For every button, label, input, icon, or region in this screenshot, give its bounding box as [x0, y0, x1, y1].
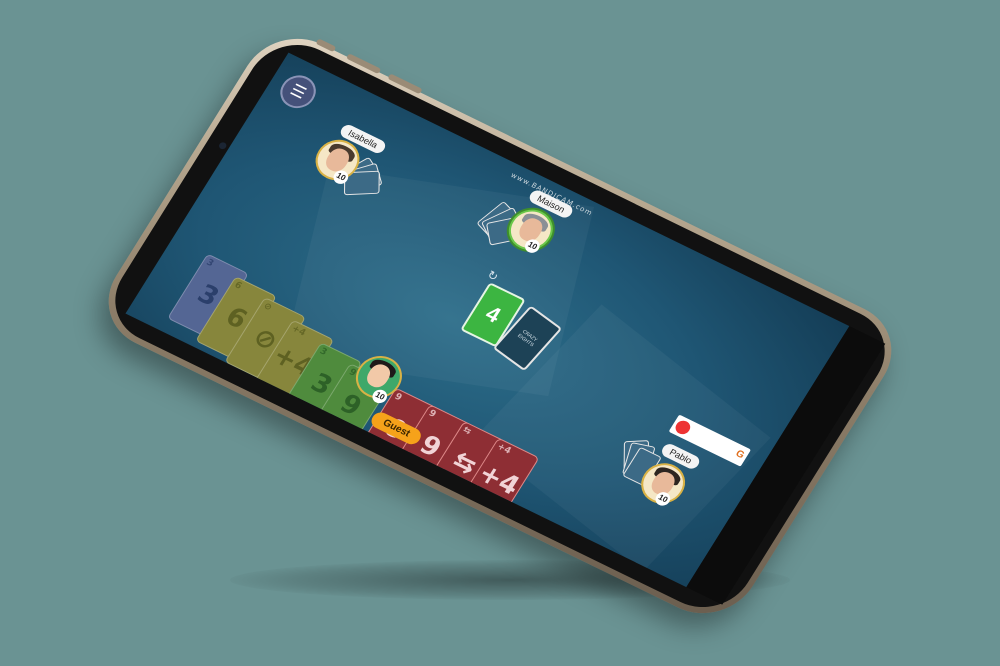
discard-value: 4 [481, 301, 506, 328]
menu-button[interactable]: ☰ [273, 69, 323, 114]
list-menu-icon: ☰ [286, 80, 310, 103]
ad-brand-icon: G [733, 448, 747, 462]
camera-icon [217, 141, 228, 151]
phone-frame: ☰ www.BANDICAM.com Isabella 10 Maison 10… [88, 21, 912, 631]
phone-bezel: ☰ www.BANDICAM.com Isabella 10 Maison 10… [97, 29, 903, 623]
ad-logo-icon [672, 418, 693, 437]
